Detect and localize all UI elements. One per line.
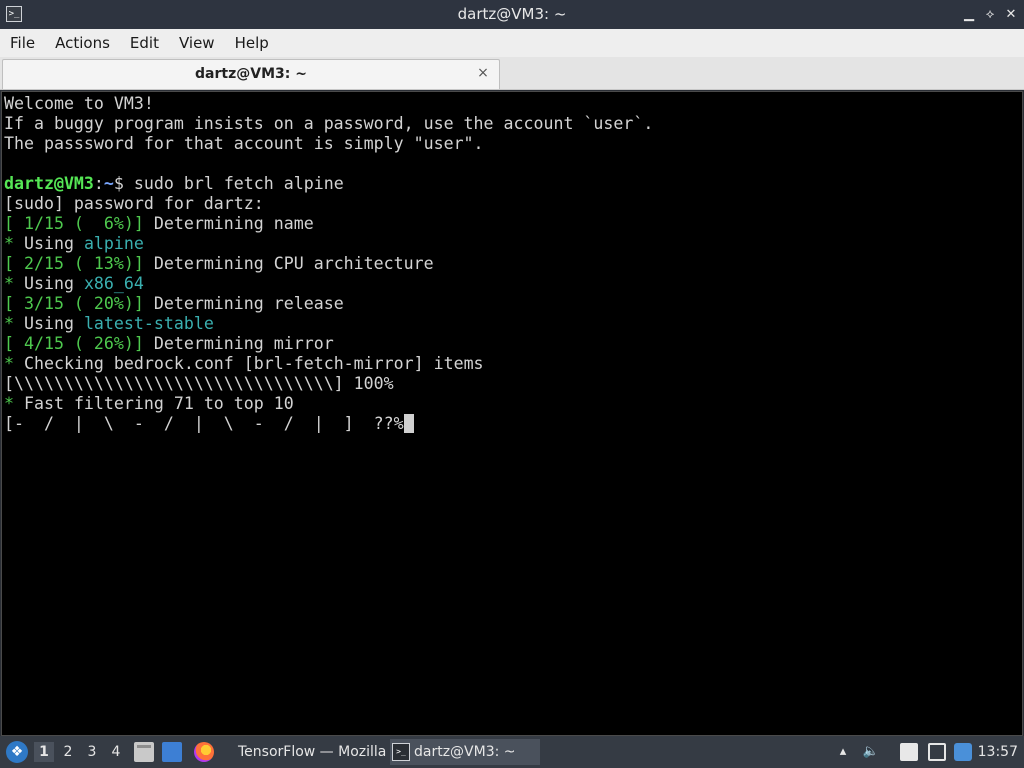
terminal-text: latest-stable: [83, 314, 214, 333]
terminal-text: [ 4/15 ( 26%)]: [4, 334, 144, 353]
task-firefox-label: TensorFlow — Mozilla...: [238, 744, 386, 760]
terminal-line: * Using alpine: [4, 234, 653, 254]
terminal-text: [sudo] password for dartz:: [4, 194, 264, 213]
taskbar: ❖ 1 2 3 4 TensorFlow — Mozilla... >_ dar…: [0, 736, 1024, 768]
tab-label: dartz@VM3: ~: [195, 66, 307, 82]
terminal-text: Checking bedrock.conf [brl-fetch-mirror]…: [14, 354, 484, 373]
terminal-text: [\\\\\\\\\\\\\\\\\\\\\\\\\\\\\\\\] 100%: [4, 374, 394, 393]
window-titlebar[interactable]: >_ dartz@VM3: ~ ▁ ⟡ ✕: [0, 0, 1024, 29]
workspace-2[interactable]: 2: [58, 742, 78, 762]
terminal-lines: Welcome to VM3! If a buggy program insist…: [4, 94, 653, 434]
workspace-3[interactable]: 3: [82, 742, 102, 762]
workspace-4[interactable]: 4: [106, 742, 126, 762]
clock: 13:57: [977, 744, 1018, 760]
terminal-line: [- / | \ - / | \ - / | ] ??%: [4, 414, 653, 434]
terminal-line: * Checking bedrock.conf [brl-fetch-mirro…: [4, 354, 653, 374]
terminal-line: [ 3/15 ( 20%)] Determining release: [4, 294, 653, 314]
terminal-cursor: [403, 414, 414, 433]
show-desktop-icon[interactable]: [162, 742, 182, 762]
terminal-text: *: [4, 274, 14, 293]
terminal-output[interactable]: Welcome to VM3! If a buggy program insist…: [1, 91, 1023, 736]
terminal-text: $ sudo brl fetch alpine: [113, 174, 344, 193]
terminal-text: x86_64: [83, 274, 144, 293]
terminal-text: Using: [14, 314, 84, 333]
update-notifier-icon[interactable]: [954, 743, 972, 761]
terminal-line: [ 2/15 ( 13%)] Determining CPU architect…: [4, 254, 653, 274]
menu-file[interactable]: File: [10, 34, 35, 52]
task-firefox[interactable]: TensorFlow — Mozilla...: [214, 739, 386, 765]
tab-close-icon[interactable]: ×: [475, 65, 491, 81]
terminal-text: [- / | \ - / | \ - / | ] ??%: [4, 414, 404, 433]
terminal-line: The passsword for that account is simply…: [4, 134, 653, 154]
tab-bar: dartz@VM3: ~ ×: [0, 57, 1024, 90]
volume-icon[interactable]: 🔈: [862, 743, 880, 761]
terminal-text: *: [4, 314, 14, 333]
terminal-text: [ 3/15 ( 20%)]: [4, 294, 144, 313]
tray-arrow-icon[interactable]: ▴: [834, 743, 852, 761]
terminal-line: Welcome to VM3!: [4, 94, 653, 114]
terminal-text: Determining release: [143, 294, 344, 313]
terminal-text: Fast filtering 71 to top 10: [14, 394, 294, 413]
terminal-text: If a buggy program insists on a password…: [4, 114, 654, 133]
terminal-text: *: [4, 394, 14, 413]
terminal-line: [ 1/15 ( 6%)] Determining name: [4, 214, 653, 234]
menu-actions[interactable]: Actions: [55, 34, 110, 52]
menu-bar: File Actions Edit View Help: [0, 29, 1024, 57]
terminal-text: [ 1/15 ( 6%)]: [4, 214, 144, 233]
menu-view[interactable]: View: [179, 34, 215, 52]
minimize-button[interactable]: ▁: [960, 6, 978, 24]
close-window-button[interactable]: ✕: [1002, 6, 1020, 24]
terminal-text: Determining mirror: [143, 334, 334, 353]
terminal-line: If a buggy program insists on a password…: [4, 114, 653, 134]
terminal-text: The passsword for that account is simply…: [4, 134, 484, 153]
bedrock-menu-icon[interactable]: ❖: [6, 741, 28, 763]
terminal-line: [\\\\\\\\\\\\\\\\\\\\\\\\\\\\\\\\] 100%: [4, 374, 653, 394]
terminal-line: [ 4/15 ( 26%)] Determining mirror: [4, 334, 653, 354]
terminal-line: * Fast filtering 71 to top 10: [4, 394, 653, 414]
network-icon[interactable]: [928, 743, 946, 761]
terminal-text: [ 2/15 ( 13%)]: [4, 254, 144, 273]
terminal-text: Determining CPU architecture: [143, 254, 434, 273]
task-terminal-label: dartz@VM3: ~: [414, 744, 516, 760]
terminal-tab[interactable]: dartz@VM3: ~ ×: [2, 59, 500, 89]
terminal-text: *: [4, 234, 14, 253]
window-title: dartz@VM3: ~: [457, 5, 567, 23]
terminal-text: Welcome to VM3!: [4, 94, 154, 113]
workspace-1[interactable]: 1: [34, 742, 54, 762]
terminal-line: * Using latest-stable: [4, 314, 653, 334]
terminal-line: [sudo] password for dartz:: [4, 194, 653, 214]
menu-edit[interactable]: Edit: [130, 34, 159, 52]
menu-help[interactable]: Help: [235, 34, 269, 52]
terminal-line: * Using x86_64: [4, 274, 653, 294]
terminal-icon: >_: [392, 743, 410, 761]
terminal-text: ~: [103, 174, 114, 193]
firefox-launcher-icon[interactable]: [194, 742, 214, 762]
clipboard-icon[interactable]: [900, 743, 918, 761]
terminal-text: :: [93, 174, 104, 193]
task-terminal[interactable]: >_ dartz@VM3: ~: [390, 739, 540, 765]
terminal-text: alpine: [83, 234, 144, 253]
maximize-button[interactable]: ⟡: [981, 6, 999, 24]
terminal-text: dartz@VM3: [4, 174, 94, 193]
terminal-text: Using: [14, 274, 84, 293]
terminal-line: dartz@VM3:~$ sudo brl fetch alpine: [4, 174, 653, 194]
terminal-text: *: [4, 354, 14, 373]
terminal-text: Using: [14, 234, 84, 253]
terminal-text: Determining name: [143, 214, 314, 233]
file-manager-icon[interactable]: [134, 742, 154, 762]
